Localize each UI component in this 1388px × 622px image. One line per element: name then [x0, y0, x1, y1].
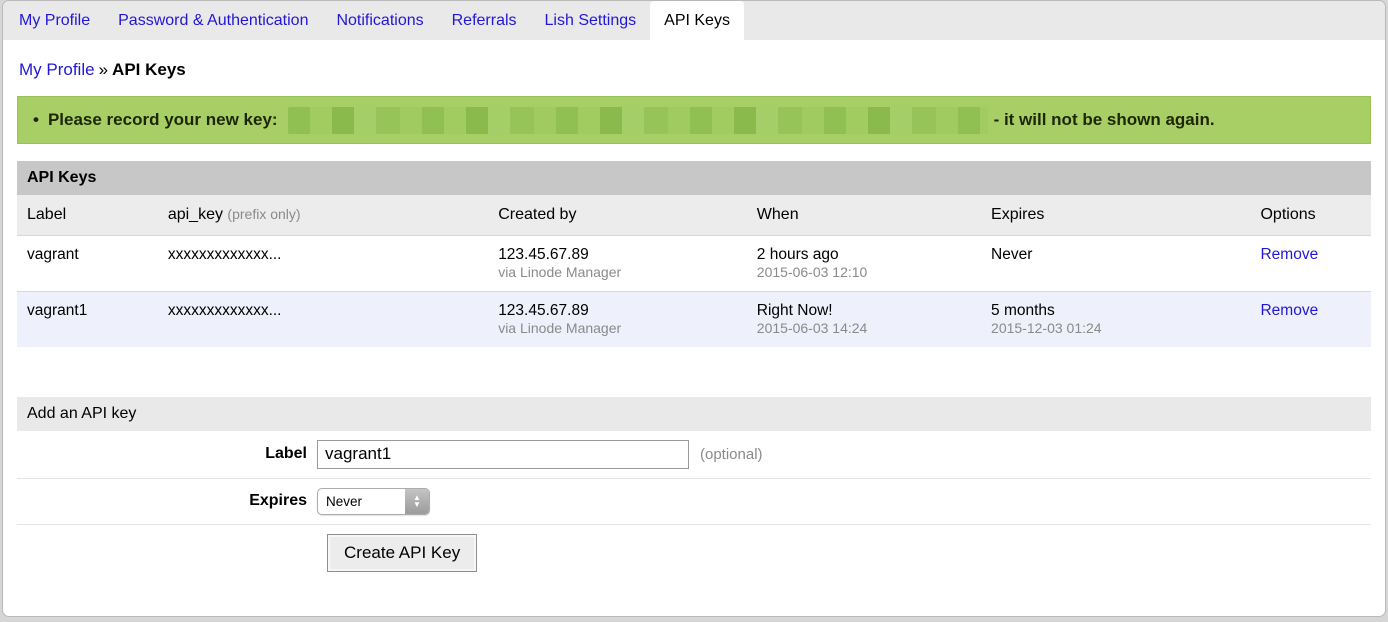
redacted-api-key: [288, 107, 988, 134]
tab-api-keys[interactable]: API Keys: [650, 1, 744, 40]
column-header-created-by: Created by: [488, 195, 747, 236]
remove-key-link[interactable]: Remove: [1260, 246, 1318, 263]
tab-lish-settings[interactable]: Lish Settings: [531, 1, 651, 40]
column-header-options: Options: [1250, 195, 1371, 236]
breadcrumb: My Profile»API Keys: [19, 60, 1371, 80]
alert-bullet: •: [33, 110, 39, 130]
table-header-row: Label api_key (prefix only) Created by W…: [17, 195, 1371, 236]
remove-key-link[interactable]: Remove: [1260, 302, 1318, 319]
table-row: vagrant1 xxxxxxxxxxxxx... 123.45.67.89 v…: [17, 291, 1371, 346]
expires-select[interactable]: Never ▲▼: [317, 488, 430, 515]
optional-note: (optional): [700, 446, 763, 463]
submit-row: Create API Key: [17, 525, 1371, 581]
key-prefix-cell: xxxxxxxxxxxxx...: [158, 291, 488, 346]
api-keys-table-section: API Keys Label api_key (prefix only) Cre…: [17, 161, 1371, 347]
app-window: My Profile Password & Authentication Not…: [2, 0, 1386, 617]
create-api-key-button[interactable]: Create API Key: [327, 534, 477, 572]
column-header-api-key: api_key (prefix only): [158, 195, 488, 236]
column-header-expires: Expires: [981, 195, 1250, 236]
tab-my-profile[interactable]: My Profile: [5, 1, 104, 40]
table-row: vagrant xxxxxxxxxxxxx... 123.45.67.89 vi…: [17, 236, 1371, 292]
tab-password-authentication[interactable]: Password & Authentication: [104, 1, 322, 40]
options-cell: Remove: [1250, 291, 1371, 346]
page-content: My Profile»API Keys • Please record your…: [3, 60, 1385, 581]
select-stepper-icon: ▲▼: [405, 489, 429, 514]
new-key-alert: • Please record your new key: - it will …: [17, 96, 1371, 144]
add-api-key-section-title: Add an API key: [17, 397, 1371, 431]
breadcrumb-my-profile-link[interactable]: My Profile: [19, 60, 95, 79]
profile-tab-bar: My Profile Password & Authentication Not…: [3, 1, 1385, 40]
label-field-row: Label (optional): [17, 431, 1371, 479]
key-label-cell: vagrant: [17, 236, 158, 292]
expires-timestamp-text: 2015-12-03 01:24: [991, 320, 1240, 338]
expires-cell: Never: [981, 236, 1250, 292]
expires-selected-value: Never: [318, 489, 405, 514]
created-by-cell: 123.45.67.89 via Linode Manager: [488, 291, 747, 346]
label-field-label: Label: [17, 445, 317, 463]
column-header-when: When: [747, 195, 981, 236]
tab-referrals[interactable]: Referrals: [438, 1, 531, 40]
api-keys-table: Label api_key (prefix only) Created by W…: [17, 195, 1371, 347]
key-prefix-cell: xxxxxxxxxxxxx...: [158, 236, 488, 292]
options-cell: Remove: [1250, 236, 1371, 292]
api-key-prefix-note: (prefix only): [227, 206, 300, 222]
created-via-text: via Linode Manager: [498, 264, 737, 282]
api-keys-table-title: API Keys: [17, 161, 1371, 195]
label-input[interactable]: [317, 440, 689, 469]
breadcrumb-separator: »: [95, 60, 112, 79]
column-header-label: Label: [17, 195, 158, 236]
tab-notifications[interactable]: Notifications: [322, 1, 437, 40]
created-via-text: via Linode Manager: [498, 320, 737, 338]
expires-field-label: Expires: [17, 492, 317, 510]
when-timestamp-text: 2015-06-03 12:10: [757, 264, 971, 282]
when-cell: 2 hours ago 2015-06-03 12:10: [747, 236, 981, 292]
when-timestamp-text: 2015-06-03 14:24: [757, 320, 971, 338]
expires-cell: 5 months 2015-12-03 01:24: [981, 291, 1250, 346]
breadcrumb-current-page: API Keys: [112, 60, 186, 79]
when-cell: Right Now! 2015-06-03 14:24: [747, 291, 981, 346]
alert-suffix-text: - it will not be shown again.: [994, 110, 1215, 130]
expires-field-row: Expires Never ▲▼: [17, 479, 1371, 525]
created-by-cell: 123.45.67.89 via Linode Manager: [488, 236, 747, 292]
key-label-cell: vagrant1: [17, 291, 158, 346]
alert-prefix-text: Please record your new key:: [48, 110, 278, 130]
